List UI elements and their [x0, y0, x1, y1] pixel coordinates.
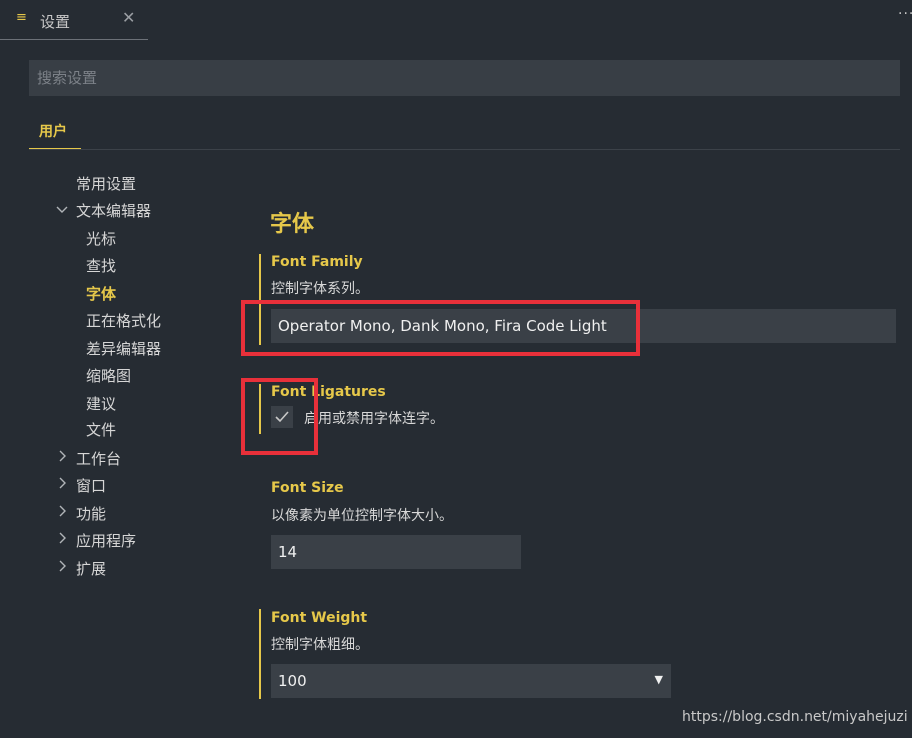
section-title: 字体 — [270, 212, 315, 237]
tab-settings[interactable]: ≡ 设置 ✕ — [0, 0, 148, 40]
toc-item-common[interactable]: 常用设置 — [76, 173, 136, 194]
font-size-input[interactable] — [271, 535, 521, 569]
toc-item-suggestions[interactable]: 建议 — [86, 393, 116, 414]
font-weight-value: 100 — [278, 672, 307, 690]
toc-item-workbench[interactable]: 工作台 — [76, 448, 121, 469]
dropdown-arrow-icon: ▼ — [654, 673, 663, 686]
tab-label: 设置 — [40, 13, 71, 31]
divider — [29, 149, 900, 150]
chevron-right-icon[interactable] — [59, 532, 67, 547]
chevron-down-icon[interactable] — [56, 203, 68, 217]
toc-item-extensions[interactable]: 扩展 — [76, 558, 106, 579]
toc-item-cursor[interactable]: 光标 — [86, 228, 116, 249]
chevron-right-icon[interactable] — [59, 505, 67, 520]
toc-item-files[interactable]: 文件 — [86, 419, 116, 440]
toc-item-text-editor[interactable]: 文本编辑器 — [76, 200, 151, 221]
font-weight-select[interactable]: 100 ▼ — [271, 664, 671, 698]
toc-item-application[interactable]: 应用程序 — [76, 530, 136, 551]
font-ligatures-description: 启用或禁用字体连字。 — [304, 411, 444, 427]
settings-list-icon: ≡ — [16, 10, 27, 25]
toc-item-find[interactable]: 查找 — [86, 255, 116, 276]
chevron-right-icon[interactable] — [59, 450, 67, 465]
more-actions-icon[interactable]: ··· — [898, 6, 912, 22]
toc-item-diff-editor[interactable]: 差异编辑器 — [86, 338, 161, 359]
modified-indicator — [259, 609, 261, 699]
close-icon[interactable]: ✕ — [122, 8, 135, 27]
toc-item-minimap[interactable]: 缩略图 — [86, 365, 131, 386]
font-family-description: 控制字体系列。 — [271, 281, 369, 297]
settings-editor: ≡ 设置 ✕ ··· 用户 常用设置 文本编辑器 光标 查找 字体 正在格式化 … — [0, 0, 912, 738]
toc-item-features[interactable]: 功能 — [76, 503, 106, 524]
toc-item-formatting[interactable]: 正在格式化 — [86, 310, 161, 331]
scope-label: 用户 — [39, 124, 67, 140]
annotation-box — [241, 378, 318, 455]
tab-user-settings[interactable]: 用户 — [29, 118, 81, 150]
font-size-description: 以像素为单位控制字体大小。 — [271, 508, 453, 524]
font-weight-description: 控制字体粗细。 — [271, 637, 369, 653]
tab-bar: ≡ 设置 ✕ ··· — [0, 0, 912, 40]
toc-item-window[interactable]: 窗口 — [76, 475, 106, 496]
watermark: https://blog.csdn.net/miyahejuzi — [682, 709, 908, 725]
toc-item-font[interactable]: 字体 — [86, 283, 116, 304]
font-weight-title: Font Weight — [271, 610, 368, 626]
chevron-right-icon[interactable] — [59, 477, 67, 492]
chevron-right-icon[interactable] — [59, 560, 67, 575]
annotation-box — [241, 300, 640, 356]
search-input[interactable] — [29, 60, 900, 96]
font-family-title: Font Family — [271, 254, 363, 270]
font-size-title: Font Size — [271, 480, 344, 496]
